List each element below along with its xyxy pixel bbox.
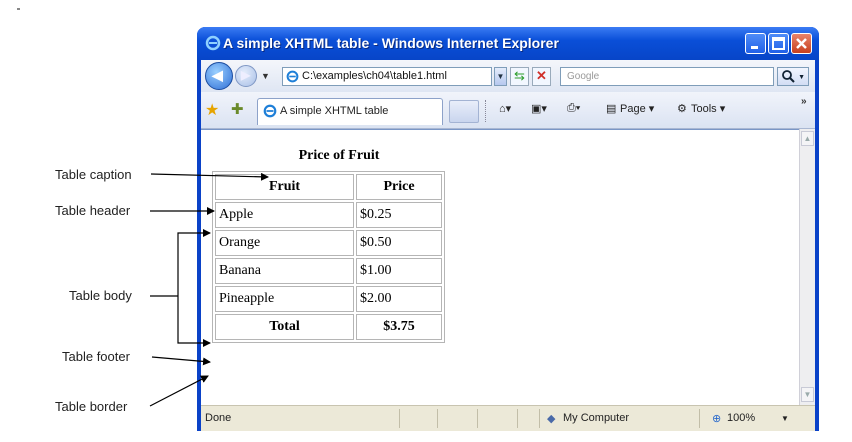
fruit-cell: Orange xyxy=(215,230,354,256)
minimize-icon xyxy=(751,46,758,49)
table-row: Pineapple $2.00 xyxy=(215,286,442,312)
vertical-scrollbar[interactable]: ▲ ▼ xyxy=(799,129,815,405)
window-title: A simple XHTML table - Windows Internet … xyxy=(223,35,559,51)
page-icon xyxy=(286,70,299,83)
address-bar[interactable]: C:\examples\ch04\table1.html xyxy=(282,67,492,86)
back-button[interactable]: ◀ xyxy=(205,62,233,90)
browser-frame: ◀ ▶ ▼ C:\examples\ch04\table1.html ▼ ⇆ ✕ xyxy=(201,60,815,431)
table-caption: Price of Fruit xyxy=(298,148,380,163)
annotation-table-caption: Table caption xyxy=(55,167,132,182)
zoom-dropdown-icon[interactable]: ▼ xyxy=(781,414,789,423)
status-divider xyxy=(539,409,540,428)
browser-window: A simple XHTML table - Windows Internet … xyxy=(197,27,819,431)
address-text: C:\examples\ch04\table1.html xyxy=(302,70,447,82)
stop-icon: ✕ xyxy=(536,68,547,83)
annotation-table-header: Table header xyxy=(55,203,131,218)
zoom-level[interactable]: 100% xyxy=(727,412,755,424)
table-header-row: Fruit Price xyxy=(215,174,442,200)
tools-gear-icon: ⚙ xyxy=(677,103,687,115)
title-bar[interactable]: A simple XHTML table - Windows Internet … xyxy=(197,27,819,60)
tab-active[interactable]: A simple XHTML table xyxy=(257,98,443,125)
maximize-icon xyxy=(772,37,785,50)
annotation-table-border: Table border xyxy=(55,399,128,414)
new-tab-button[interactable] xyxy=(449,100,479,123)
fruit-cell: Banana xyxy=(215,258,354,284)
annotation-table-body: Table body xyxy=(69,288,132,303)
zoom-icon: ⊕ xyxy=(712,413,722,425)
refresh-icon: ⇆ xyxy=(514,68,525,83)
price-cell: $1.00 xyxy=(356,258,442,284)
navigation-bar: ◀ ▶ ▼ C:\examples\ch04\table1.html ▼ ⇆ ✕ xyxy=(201,60,815,92)
table-footer-row: Total $3.75 xyxy=(215,314,442,340)
forward-arrow-icon: ▶ xyxy=(241,68,251,82)
status-divider xyxy=(437,409,438,428)
stray-dot xyxy=(17,8,20,10)
annotation-table-footer: Table footer xyxy=(62,349,130,364)
recent-pages-dropdown-icon[interactable]: ▼ xyxy=(261,71,270,81)
page-viewport: Price of Fruit Fruit Price Apple $0.25 O… xyxy=(201,129,799,405)
footer-cell: Total xyxy=(215,314,354,340)
status-bar: Done ◆ My Computer ⊕ 100% ▼ xyxy=(201,405,815,431)
price-cell: $2.00 xyxy=(356,286,442,312)
status-divider xyxy=(399,409,400,428)
search-options-icon: ▼ xyxy=(798,74,805,81)
favorites-star-icon[interactable]: ★ xyxy=(205,100,219,120)
search-icon xyxy=(782,70,795,83)
status-text: Done xyxy=(205,412,232,424)
tools-menu[interactable]: Tools ▾ xyxy=(691,102,725,115)
tab-bar: ★ ✚ A simple XHTML table ⌂▾ ▣▾ ⎙▾ ▤ Page… xyxy=(201,92,815,129)
price-cell: $0.50 xyxy=(356,230,442,256)
back-arrow-icon: ◀ xyxy=(212,67,223,83)
page-menu[interactable]: Page ▾ xyxy=(620,102,654,115)
search-button[interactable]: ▼ xyxy=(777,67,809,86)
maximize-button[interactable] xyxy=(768,33,789,54)
refresh-button[interactable]: ⇆ xyxy=(510,67,529,86)
print-icon[interactable]: ⎙▾ xyxy=(567,102,580,115)
ie-logo-icon xyxy=(205,35,221,51)
scroll-up-icon[interactable]: ▲ xyxy=(801,131,814,146)
status-divider xyxy=(517,409,518,428)
close-button[interactable] xyxy=(791,33,812,54)
table-row: Banana $1.00 xyxy=(215,258,442,284)
minimize-button[interactable] xyxy=(745,33,766,54)
close-icon xyxy=(796,38,807,49)
fruit-table: Fruit Price Apple $0.25 Orange $0.50 Ban… xyxy=(212,171,445,343)
security-zone-icon: ◆ xyxy=(547,413,556,425)
table-row: Apple $0.25 xyxy=(215,202,442,228)
header-cell: Price xyxy=(356,174,442,200)
stop-button[interactable]: ✕ xyxy=(532,67,551,86)
feeds-icon[interactable]: ▣▾ xyxy=(531,102,547,115)
toolbar-separator xyxy=(485,100,488,122)
table-row: Orange $0.50 xyxy=(215,230,442,256)
home-icon[interactable]: ⌂▾ xyxy=(499,102,511,115)
status-divider xyxy=(477,409,478,428)
header-cell: Fruit xyxy=(215,174,354,200)
security-zone[interactable]: My Computer xyxy=(563,412,629,424)
page-menu-icon: ▤ xyxy=(606,103,617,115)
search-input[interactable]: Google xyxy=(560,67,774,86)
more-chevron-icon[interactable]: » xyxy=(801,96,807,107)
add-favorites-icon[interactable]: ✚ xyxy=(231,100,244,118)
fruit-cell: Pineapple xyxy=(215,286,354,312)
price-cell: $0.25 xyxy=(356,202,442,228)
scroll-down-icon[interactable]: ▼ xyxy=(801,387,814,402)
forward-button[interactable]: ▶ xyxy=(235,65,257,87)
tab-page-icon xyxy=(263,104,277,118)
address-dropdown-button[interactable]: ▼ xyxy=(494,67,507,86)
status-divider xyxy=(699,409,700,428)
fruit-cell: Apple xyxy=(215,202,354,228)
footer-cell: $3.75 xyxy=(356,314,442,340)
search-placeholder: Google xyxy=(567,71,600,82)
tab-label: A simple XHTML table xyxy=(280,105,389,117)
